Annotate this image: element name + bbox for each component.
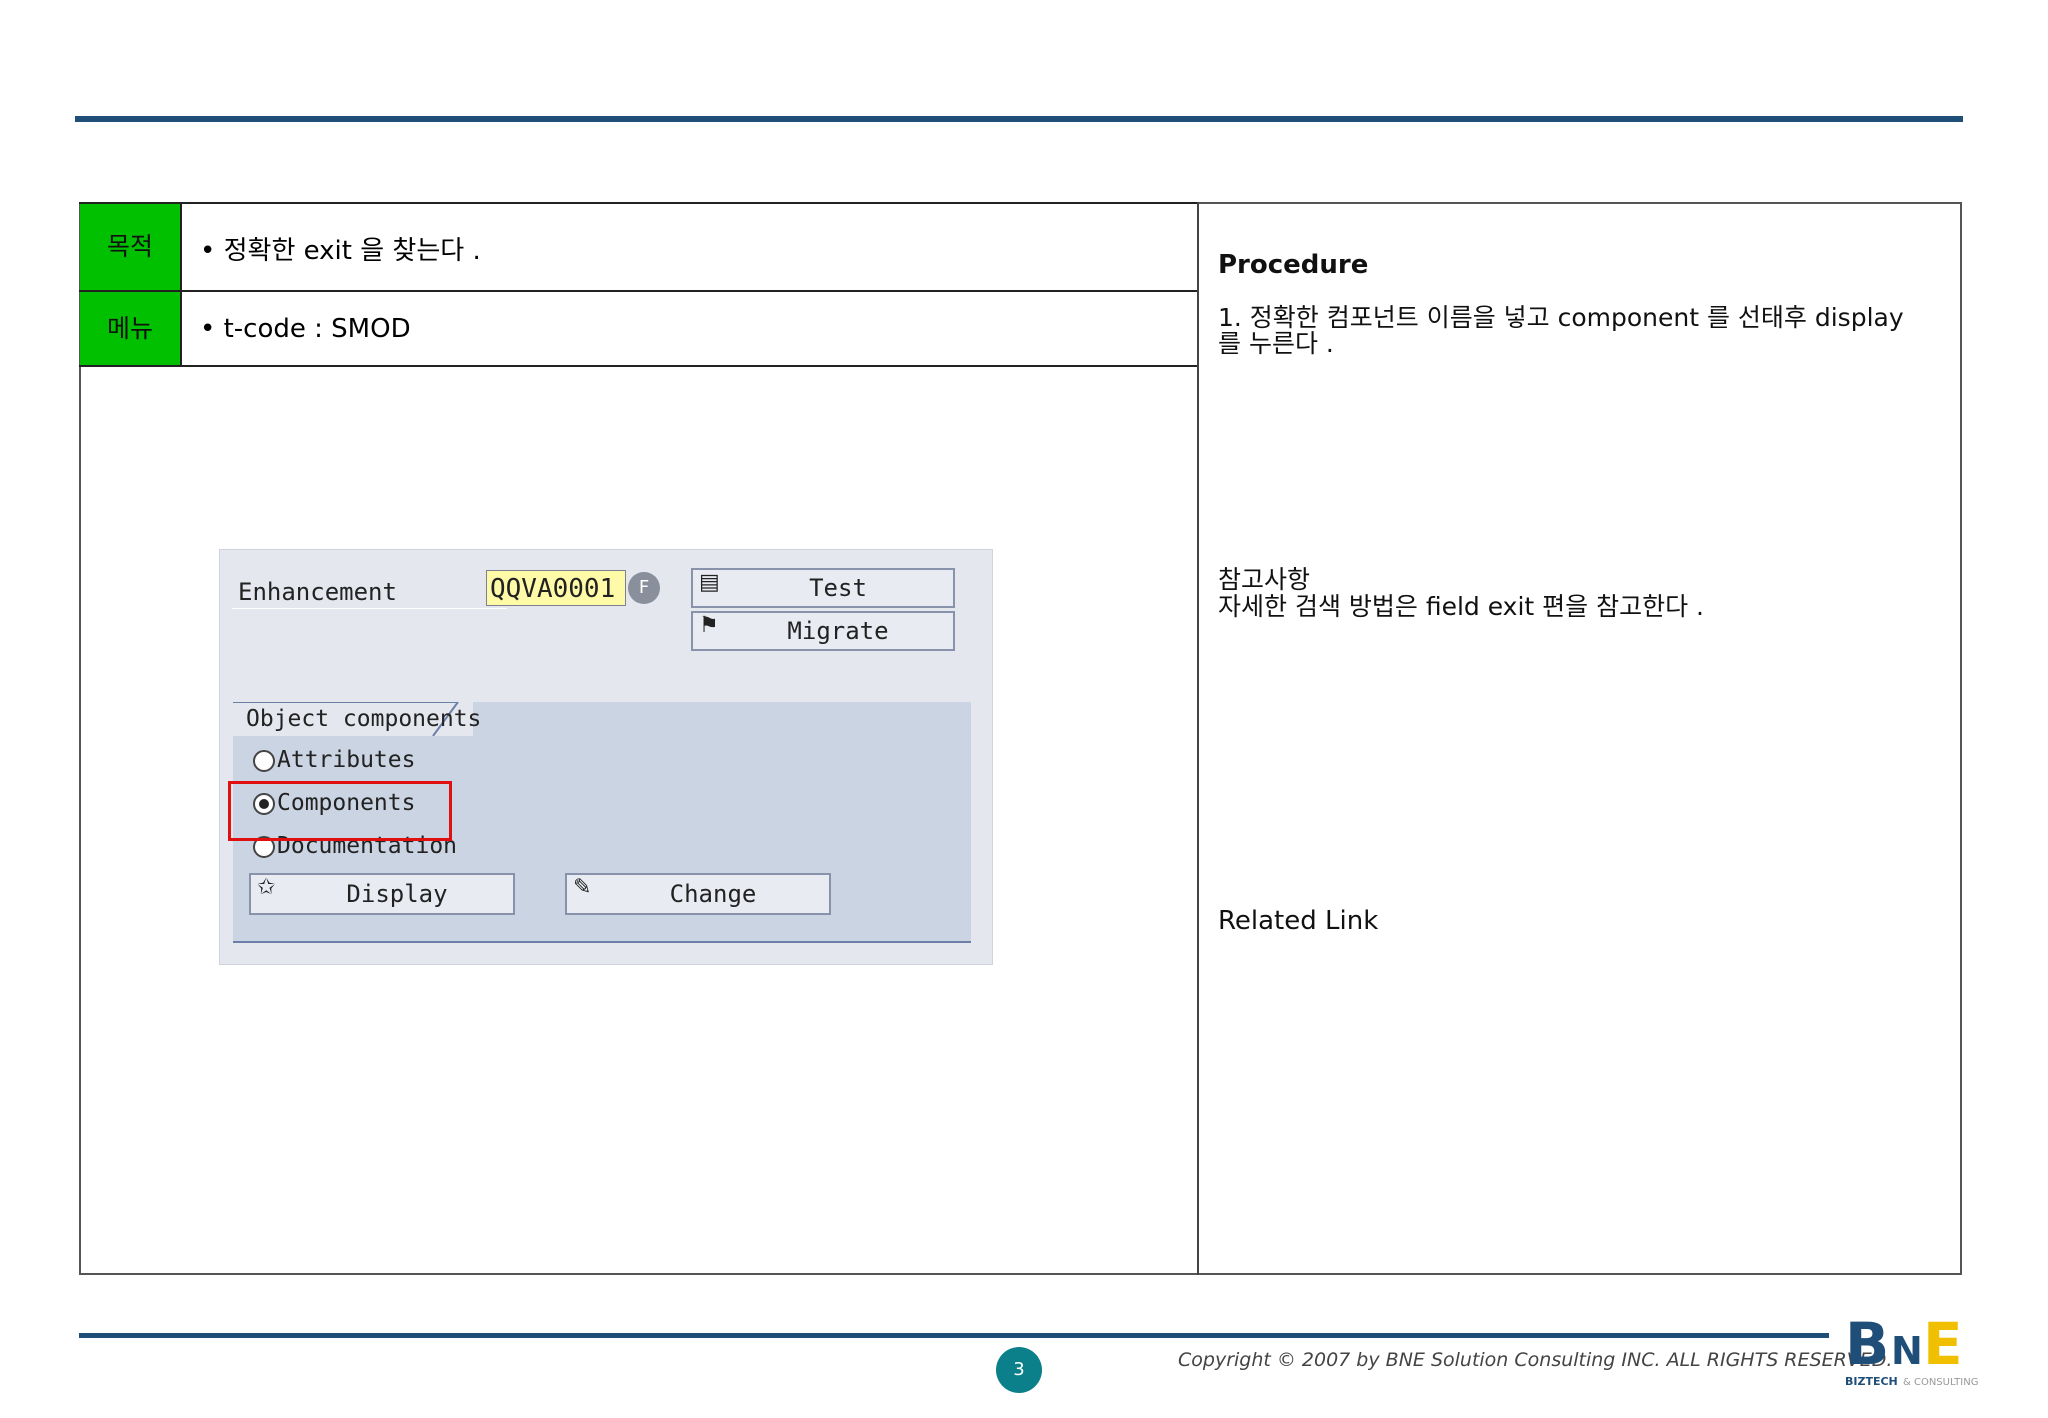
migrate-icon: ⚑ [699,613,719,638]
svg-text:BIZTECH: BIZTECH [1845,1375,1898,1388]
migrate-button[interactable]: ⚑ Migrate [691,611,955,651]
related-link-heading: Related Link [1218,906,1379,936]
field-underline [232,608,507,609]
procedure-step: 1. 정확한 컴포넌트 이름을 넣고 component 를 선태후 displ… [1218,303,1904,358]
svg-text:B: B [1845,1312,1889,1378]
table-top-line [79,202,1199,204]
display-button[interactable]: ✩ Display [249,873,515,915]
page-number: 3 [996,1347,1042,1393]
copyright-text: Copyright © 2007 by BNE Solution Consult… [1178,1349,1893,1371]
highlight-box [228,781,452,841]
radio-icon [253,749,275,772]
radio-attributes[interactable]: Attributes [253,747,415,773]
display-icon: ✩ [257,875,276,900]
test-icon: ▤ [699,570,720,595]
table-row-divider [79,365,1199,367]
bne-logo: B N E BIZTECH & CONSULTING [1845,1310,1995,1392]
pencil-icon: ✎ [573,875,592,900]
radio-label: Attributes [277,747,416,773]
sap-smod-screenshot: Enhancement QQVA0001 F ▤ Test ⚑ Migrate … [219,549,993,965]
display-button-label: Display [346,880,448,908]
purpose-text: • 정확한 exit 을 찾는다 . [200,236,481,266]
bottom-rule [79,1333,1829,1338]
top-rule [75,116,1963,122]
enhancement-input[interactable]: QQVA0001 [486,570,626,606]
search-help-icon[interactable]: F [628,572,660,604]
bne-logo-graphic: B N E BIZTECH & CONSULTING [1845,1310,1978,1388]
svg-text:E: E [1923,1312,1963,1378]
group-title: Object components [246,706,482,732]
enhancement-label: Enhancement [238,578,397,606]
svg-text:N: N [1891,1329,1923,1373]
procedure-title: Procedure [1218,250,1369,280]
change-button-label: Change [669,880,757,908]
note-title: 참고사항 [1218,565,1311,594]
note-text: 자세한 검색 방법은 field exit 편을 참고한다 . [1218,592,1705,621]
test-button[interactable]: ▤ Test [691,568,955,608]
table-row-divider [79,290,1199,292]
pane-divider [1197,202,1199,1275]
test-button-label: Test [809,574,867,602]
migrate-button-label: Migrate [787,617,889,645]
purpose-label: 목적 [80,204,182,290]
menu-label: 메뉴 [80,292,182,365]
svg-text:& CONSULTING: & CONSULTING [1903,1377,1978,1388]
change-button[interactable]: ✎ Change [565,873,831,915]
menu-text: • t-code : SMOD [200,314,411,344]
